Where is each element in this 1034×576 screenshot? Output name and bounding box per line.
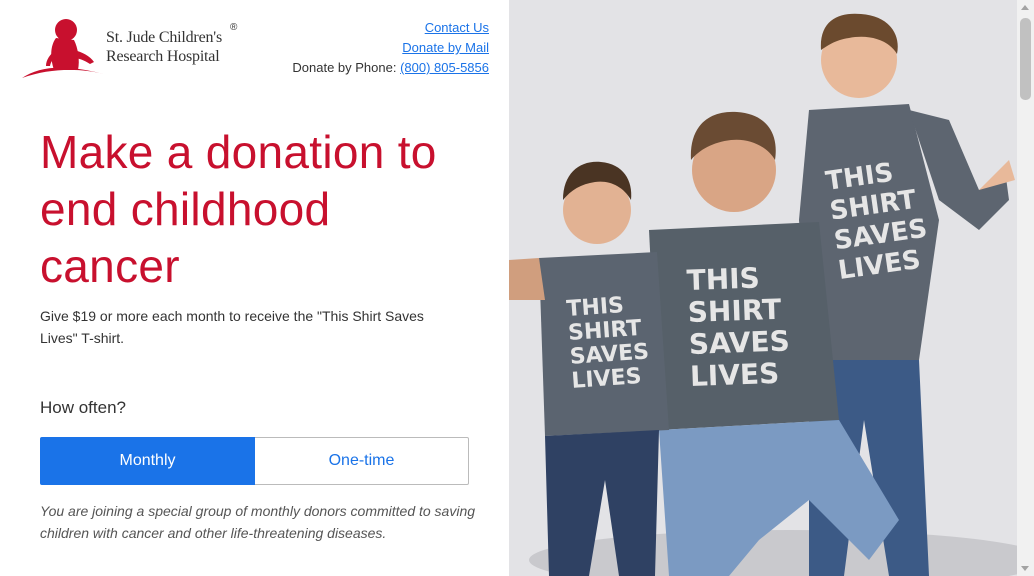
logo-wordmark: St. Jude Children's Research Hospital [106,28,222,66]
child-silhouette-icon [22,19,104,78]
scroll-down-arrow-icon[interactable] [1021,566,1029,571]
monthly-button[interactable]: Monthly [40,437,255,485]
shirt-word: THIS [686,261,760,297]
monthly-donor-note: You are joining a special group of month… [40,503,476,541]
logo-line-1: St. Jude Children's [106,29,222,46]
shirt-word: LIVES [689,357,779,393]
page-scrollbar[interactable] [1017,0,1034,576]
scroll-up-arrow-icon[interactable] [1021,5,1029,10]
registered-mark: ® [230,22,238,33]
donate-by-phone-label: Donate by Phone: [292,60,397,75]
donate-by-phone: Donate by Phone: (800) 805-5856 [292,58,489,78]
st-jude-logo[interactable]: St. Jude Children's Research Hospital ® [20,16,240,82]
contact-links: Contact Us Donate by Mail Donate by Phon… [292,18,489,78]
one-time-button[interactable]: One-time [255,437,469,485]
contact-us-link[interactable]: Contact Us [425,20,489,35]
shirt-word: SAVES [688,324,790,361]
shirt-word: SHIRT [687,293,782,329]
page-subtitle: Give $19 or more each month to receive t… [40,308,424,346]
phone-link[interactable]: (800) 805-5856 [400,60,489,75]
scrollbar-thumb[interactable] [1020,18,1031,100]
frequency-toggle: Monthly One-time [40,437,469,485]
photo-illustration: THIS SHIRT SAVES LIVES THIS SHIRT SAVES … [509,0,1017,576]
shirt-word: LIVES [571,364,643,394]
logo-line-2: Research Hospital [106,48,220,65]
donate-by-mail-link[interactable]: Donate by Mail [402,40,489,55]
donation-panel: St. Jude Children's Research Hospital ® … [0,0,509,576]
frequency-label: How often? [40,398,126,417]
page-title: Make a donation to end childhood cancer [40,126,437,292]
hero-photo: THIS SHIRT SAVES LIVES THIS SHIRT SAVES … [509,0,1017,576]
